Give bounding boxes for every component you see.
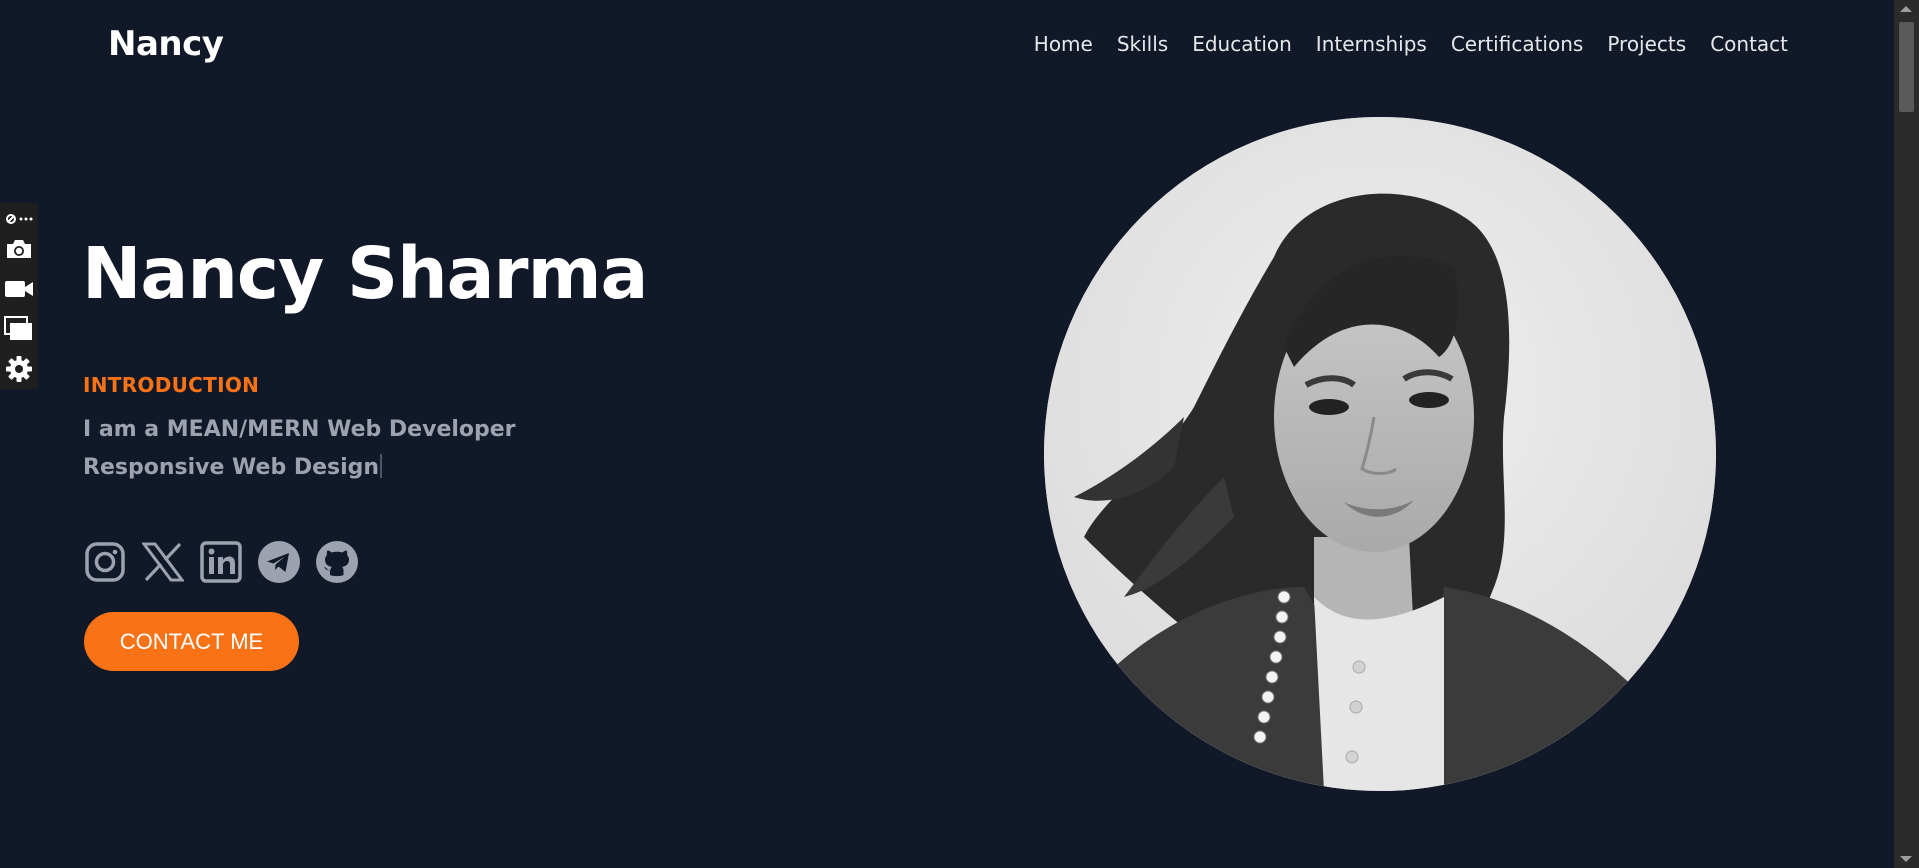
nav-education[interactable]: Education: [1192, 32, 1292, 56]
gear-icon[interactable]: [4, 353, 34, 385]
nav-projects[interactable]: Projects: [1607, 32, 1686, 56]
link-more-icon[interactable]: [4, 207, 34, 231]
github-icon[interactable]: [315, 540, 359, 584]
typed-text: Responsive Web Design: [83, 455, 380, 480]
social-links: [83, 540, 359, 584]
scroll-down-arrow[interactable]: [1900, 856, 1912, 862]
profile-photo: [1044, 117, 1716, 791]
nav-skills[interactable]: Skills: [1117, 32, 1168, 56]
nav-certifications[interactable]: Certifications: [1451, 32, 1583, 56]
page: Nancy Home Skills Education Internships …: [0, 0, 1919, 868]
intro-line-2: Responsive Web Design: [83, 454, 383, 480]
telegram-icon[interactable]: [257, 540, 301, 584]
instagram-icon[interactable]: [83, 540, 127, 584]
video-icon[interactable]: [4, 273, 34, 305]
windows-icon[interactable]: [4, 313, 34, 345]
contact-me-button[interactable]: CONTACT ME: [84, 612, 299, 671]
brand-logo[interactable]: Nancy: [108, 24, 224, 64]
x-icon[interactable]: [141, 540, 185, 584]
nav-home[interactable]: Home: [1034, 32, 1093, 56]
nav-contact[interactable]: Contact: [1710, 32, 1788, 56]
scroll-thumb[interactable]: [1899, 22, 1914, 112]
typing-caret: [380, 454, 383, 478]
capture-toolbar: [0, 203, 38, 389]
page-scrollbar[interactable]: [1894, 0, 1919, 868]
linkedin-icon[interactable]: [199, 540, 243, 584]
intro-label: INTRODUCTION: [83, 373, 260, 397]
nav-internships[interactable]: Internships: [1316, 32, 1427, 56]
intro-line-1: I am a MEAN/MERN Web Developer: [83, 417, 516, 442]
main-nav: Home Skills Education Internships Certif…: [1034, 32, 1788, 56]
scroll-up-arrow[interactable]: [1900, 6, 1912, 12]
hero-name: Nancy Sharma: [82, 232, 648, 315]
camera-icon[interactable]: [4, 233, 34, 265]
